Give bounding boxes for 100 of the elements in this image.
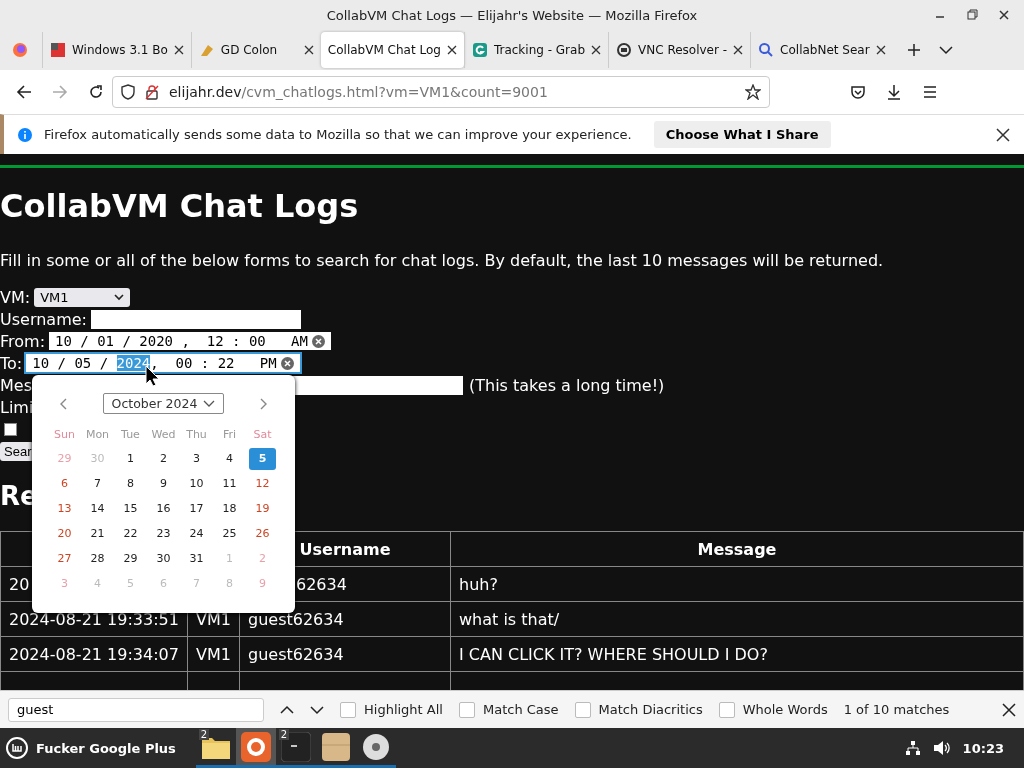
previous-match-icon[interactable] bbox=[280, 704, 294, 715]
taskbar-app[interactable]: 2 bbox=[195, 728, 236, 768]
calendar-day[interactable]: 17 bbox=[183, 497, 210, 520]
close-icon[interactable] bbox=[303, 45, 314, 55]
calendar-day[interactable]: 9 bbox=[150, 472, 177, 495]
weekday-label: Sun bbox=[53, 427, 76, 443]
field-label: To: bbox=[0, 353, 23, 373]
firefox-icon[interactable] bbox=[12, 42, 28, 58]
next-month-icon[interactable] bbox=[260, 397, 268, 410]
tab-list-icon[interactable] bbox=[938, 45, 953, 55]
browser-tab[interactable]: Windows 3.1 Bo bbox=[42, 32, 191, 68]
new-tab-icon[interactable] bbox=[906, 43, 921, 57]
checkbox[interactable] bbox=[458, 701, 475, 718]
close-icon[interactable] bbox=[173, 45, 184, 55]
browser-tab[interactable]: VNC Resolver - bbox=[608, 32, 751, 68]
to-datetime-field[interactable]: 10 / 05 / 2024, 00 : 22 PM bbox=[26, 354, 300, 372]
ring-icon bbox=[471, 42, 488, 58]
shield-icon[interactable] bbox=[121, 84, 135, 100]
calendar-day[interactable]: 2 bbox=[150, 447, 177, 470]
reload-icon[interactable] bbox=[88, 84, 104, 100]
back-icon[interactable] bbox=[16, 84, 32, 100]
vm-select[interactable]: VM1 bbox=[34, 287, 131, 307]
caret-icon bbox=[114, 293, 125, 301]
from-datetime-field[interactable]: 10 / 01 / 2020 , 12 : 00 AM bbox=[49, 332, 331, 350]
checkbox[interactable] bbox=[4, 422, 17, 436]
calendar-day[interactable]: 6 bbox=[51, 472, 78, 495]
browser-tab[interactable]: CollabNet Sear bbox=[750, 32, 893, 68]
taskbar-app[interactable]: 2 bbox=[275, 728, 316, 768]
page-title: CollabVM Chat Logs bbox=[0, 186, 360, 226]
close-icon[interactable] bbox=[733, 45, 744, 55]
weekday-label: Tue bbox=[120, 427, 141, 443]
close-icon[interactable] bbox=[446, 45, 457, 55]
option-label: Whole Words bbox=[742, 702, 828, 717]
calendar-day[interactable]: 24 bbox=[183, 522, 210, 545]
checkbox[interactable] bbox=[574, 701, 591, 718]
volume-icon[interactable] bbox=[932, 740, 951, 756]
search-button[interactable]: Sear bbox=[0, 441, 35, 461]
close-icon[interactable] bbox=[1002, 702, 1016, 717]
lock-icon[interactable] bbox=[145, 84, 159, 100]
calendar-day[interactable]: 22 bbox=[117, 522, 144, 545]
choose-what-i-share-button[interactable]: Choose What I Share bbox=[653, 121, 831, 148]
checkbox[interactable] bbox=[718, 701, 735, 718]
calendar-day[interactable]: 3 bbox=[183, 447, 210, 470]
checkbox[interactable] bbox=[340, 701, 356, 718]
calendar-day[interactable]: 5 bbox=[249, 447, 276, 470]
table-cell: I CAN CLICK IT? WHERE SHOULD I DO? bbox=[450, 636, 1024, 672]
monitor-icon bbox=[616, 42, 632, 58]
calendar-day[interactable]: 14 bbox=[84, 497, 111, 520]
calendar-day[interactable]: 15 bbox=[117, 497, 144, 520]
close-icon[interactable] bbox=[591, 45, 601, 55]
calendar-day[interactable]: 12 bbox=[249, 472, 276, 495]
field-note: (This takes a long time!) bbox=[469, 375, 665, 395]
previous-month-icon[interactable] bbox=[59, 397, 67, 410]
field-label: VM: bbox=[0, 287, 31, 307]
calendar-day[interactable]: 23 bbox=[150, 522, 177, 545]
clock[interactable]: 10:23 bbox=[962, 740, 1004, 756]
bookmark-star-icon[interactable] bbox=[745, 84, 761, 100]
calendar-day[interactable]: 10 bbox=[183, 472, 210, 495]
browser-tab[interactable]: CollabVM Chat Log bbox=[320, 32, 464, 68]
browser-tab[interactable]: GD Colon bbox=[190, 32, 321, 68]
start-menu-button[interactable]: Fucker Google Plus bbox=[0, 737, 186, 759]
weekday-label: Wed bbox=[150, 427, 177, 443]
restore-icon[interactable] bbox=[966, 9, 978, 21]
calendar-day[interactable]: 8 bbox=[117, 472, 144, 495]
browser-tab[interactable]: Tracking - Grab bbox=[463, 32, 608, 68]
calendar-day[interactable]: 18 bbox=[216, 497, 243, 520]
calendar-day[interactable]: 7 bbox=[84, 472, 111, 495]
field-label: Username: bbox=[0, 309, 87, 329]
calendar-day[interactable]: 19 bbox=[249, 497, 276, 520]
close-icon[interactable] bbox=[998, 9, 1010, 21]
table-cell: what is that/ bbox=[450, 601, 1024, 637]
network-icon[interactable] bbox=[904, 740, 921, 756]
intro-text: Fill in some or all of the below forms to search for chat logs. By default, the last 10 messages will be returned. bbox=[0, 250, 885, 272]
calendar-day[interactable]: 16 bbox=[150, 497, 177, 520]
table-cell: 2024-08-21 19:34:07 bbox=[0, 636, 188, 672]
address-bar[interactable]: elijahr.dev/cvm_chatlogs.html?vm=VM1&count=9001 bbox=[112, 76, 770, 108]
calendar-day[interactable]: 1 bbox=[117, 447, 144, 470]
username-field[interactable] bbox=[90, 309, 301, 329]
menu-icon[interactable] bbox=[922, 85, 938, 99]
next-match-icon[interactable] bbox=[310, 704, 324, 715]
option-label: Match Case bbox=[482, 702, 559, 717]
find-field[interactable]: guest bbox=[8, 697, 264, 722]
terminal-icon bbox=[280, 731, 311, 762]
pocket-icon[interactable] bbox=[850, 84, 866, 100]
taskbar-app[interactable] bbox=[235, 728, 276, 768]
table-cell: huh? bbox=[450, 566, 1024, 602]
calendar-day[interactable]: 20 bbox=[51, 522, 78, 545]
calendar-day[interactable]: 13 bbox=[51, 497, 78, 520]
calendar-day[interactable]: 21 bbox=[84, 522, 111, 545]
option-label: Match Diacritics bbox=[598, 702, 703, 717]
download-icon[interactable] bbox=[886, 84, 902, 100]
calendar-day[interactable]: 11 bbox=[216, 472, 243, 495]
close-icon[interactable] bbox=[875, 45, 886, 55]
calendar-day[interactable]: 4 bbox=[216, 447, 243, 470]
month-select[interactable]: October 2024 bbox=[103, 393, 224, 414]
info-icon bbox=[18, 127, 32, 142]
close-icon[interactable] bbox=[996, 127, 1010, 142]
clear-icon[interactable] bbox=[280, 356, 294, 370]
clear-icon[interactable] bbox=[311, 334, 325, 348]
field-label: Limi bbox=[0, 397, 34, 417]
